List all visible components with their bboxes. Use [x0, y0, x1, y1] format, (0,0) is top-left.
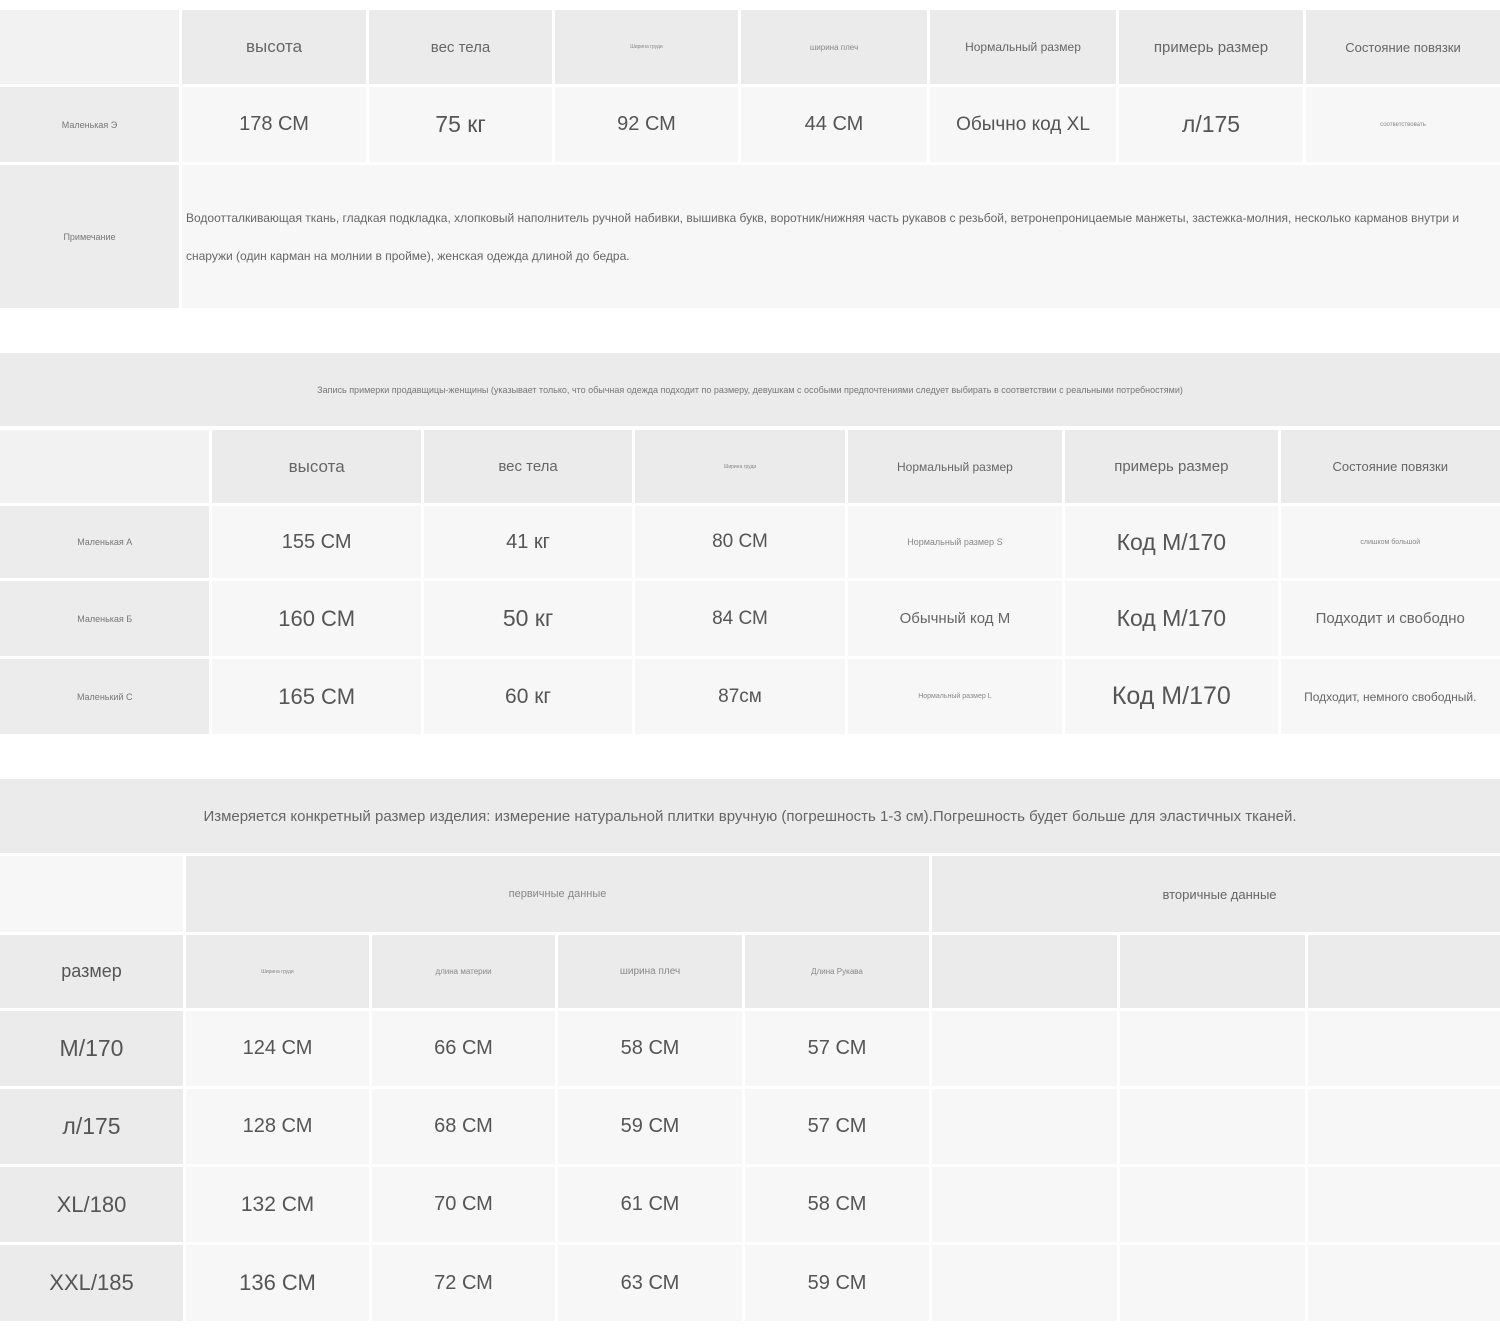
cell-height: 155 СМ: [212, 506, 421, 578]
cell-tried-size: Код М/170: [1065, 659, 1278, 734]
measurement-banner: Измеряется конкретный размер изделия: из…: [0, 779, 1500, 853]
header-tried-size: примерь размер: [1119, 10, 1303, 84]
header-height: высота: [212, 430, 421, 503]
header-secondary-2: [1120, 935, 1306, 1008]
cell-secondary: [932, 1245, 1118, 1321]
cell-chest: 124 СМ: [186, 1011, 369, 1086]
header-fit-state: Состояние повязки: [1306, 10, 1500, 84]
cell-fit-state: Подходит и свободно: [1280, 581, 1500, 656]
cell-chest: 128 СМ: [186, 1089, 369, 1164]
cell-secondary: [1120, 1245, 1306, 1321]
header-fit-state: Состояние повязки: [1280, 430, 1500, 503]
cell-chest: 80 СМ: [635, 506, 845, 578]
cell-secondary: [1308, 1245, 1500, 1321]
size-label: XL/180: [0, 1167, 183, 1242]
cell-shoulder: 63 СМ: [558, 1245, 742, 1321]
cell-length: 72 СМ: [372, 1245, 555, 1321]
cell-chest: 84 СМ: [635, 581, 845, 656]
product-measurement-section: Измеряется конкретный размер изделия: из…: [0, 779, 1500, 1324]
header-size: размер: [0, 935, 183, 1008]
cell-shoulder: 59 СМ: [558, 1089, 742, 1164]
cell-secondary: [1120, 1011, 1306, 1086]
header-chest-width: Ширина груди: [635, 430, 845, 503]
row-label: Маленькая Б: [0, 581, 210, 656]
row-label: Маленькая Э: [0, 87, 179, 162]
header-tried-size: примерь размер: [1065, 430, 1278, 503]
cell-sleeve: 57 СМ: [745, 1011, 930, 1086]
cell-chest: 92 СМ: [555, 87, 738, 162]
cell-secondary: [1120, 1167, 1306, 1242]
note-text: Водоотталкивающая ткань, гладкая подклад…: [182, 165, 1500, 308]
cell-weight: 41 кг: [423, 506, 633, 578]
header-weight: вес тела: [423, 430, 633, 503]
cell-sleeve: 57 СМ: [745, 1089, 930, 1164]
cell-normal-size: Нормальный размер S: [847, 506, 1063, 578]
cell-secondary: [1308, 1089, 1500, 1164]
cell-weight: 50 кг: [423, 581, 633, 656]
row-label: Маленький С: [0, 659, 210, 734]
cell-chest: 132 СМ: [186, 1167, 369, 1242]
cell-normal-size: Обычно код XL: [930, 87, 1116, 162]
fitting-record-section: Запись примерки продавщицы-женщины (указ…: [0, 353, 1500, 737]
cell-shoulder: 58 СМ: [558, 1011, 742, 1086]
cell-tried-size: л/175: [1119, 87, 1303, 162]
header-normal-size: Нормальный размер: [847, 430, 1063, 503]
cell-height: 165 СМ: [212, 659, 421, 734]
cell-shoulder: 44 СМ: [741, 87, 927, 162]
group-empty: [0, 856, 183, 932]
cell-fit-state: слишком большой: [1280, 506, 1500, 578]
cell-sleeve: 58 СМ: [745, 1167, 930, 1242]
cell-height: 160 СМ: [212, 581, 421, 656]
size-label: л/175: [0, 1089, 183, 1164]
row-label: Маленькая А: [0, 506, 210, 578]
cell-secondary: [932, 1011, 1118, 1086]
header-height: высота: [182, 10, 366, 84]
cell-weight: 75 кг: [369, 87, 552, 162]
cell-length: 66 СМ: [372, 1011, 555, 1086]
cell-fit-state: Подходит, немного свободный.: [1280, 659, 1500, 734]
cell-tried-size: Код М/170: [1065, 506, 1278, 578]
header-empty: [0, 430, 210, 503]
header-secondary-1: [932, 935, 1118, 1008]
header-empty: [0, 10, 179, 84]
group-primary-data: первичные данные: [186, 856, 930, 932]
header-secondary-3: [1308, 935, 1500, 1008]
header-sleeve-length: Длина Рукава: [745, 935, 930, 1008]
cell-secondary: [932, 1167, 1118, 1242]
cell-chest: 136 СМ: [186, 1245, 369, 1321]
header-weight: вес тела: [369, 10, 552, 84]
cell-sleeve: 59 СМ: [745, 1245, 930, 1321]
cell-length: 70 СМ: [372, 1167, 555, 1242]
cell-normal-size: Обычный код М: [847, 581, 1063, 656]
model-fit-table: высота вес тела Ширина груди ширина плеч…: [0, 7, 1500, 311]
group-secondary-data: вторичные данные: [932, 856, 1500, 932]
cell-secondary: [1308, 1011, 1500, 1086]
cell-secondary: [932, 1089, 1118, 1164]
fitting-record-banner: Запись примерки продавщицы-женщины (указ…: [0, 353, 1500, 426]
header-normal-size: Нормальный размер: [930, 10, 1116, 84]
cell-weight: 60 кг: [423, 659, 633, 734]
header-garment-length: длина материи: [372, 935, 555, 1008]
cell-chest: 87см: [635, 659, 845, 734]
cell-secondary: [1308, 1167, 1500, 1242]
header-shoulder-width: ширина плеч: [558, 935, 742, 1008]
size-label: XXL/185: [0, 1245, 183, 1321]
cell-tried-size: Код М/170: [1065, 581, 1278, 656]
header-chest-width: Ширина груди: [555, 10, 738, 84]
header-chest-width: Ширина груди: [186, 935, 369, 1008]
cell-height: 178 СМ: [182, 87, 366, 162]
cell-fit-state: соответствовать: [1306, 87, 1500, 162]
cell-normal-size: Нормальный размер L: [847, 659, 1063, 734]
header-shoulder-width: ширина плеч: [741, 10, 927, 84]
note-label: Примечание: [0, 165, 179, 308]
cell-length: 68 СМ: [372, 1089, 555, 1164]
size-label: М/170: [0, 1011, 183, 1086]
cell-secondary: [1120, 1089, 1306, 1164]
cell-shoulder: 61 СМ: [558, 1167, 742, 1242]
